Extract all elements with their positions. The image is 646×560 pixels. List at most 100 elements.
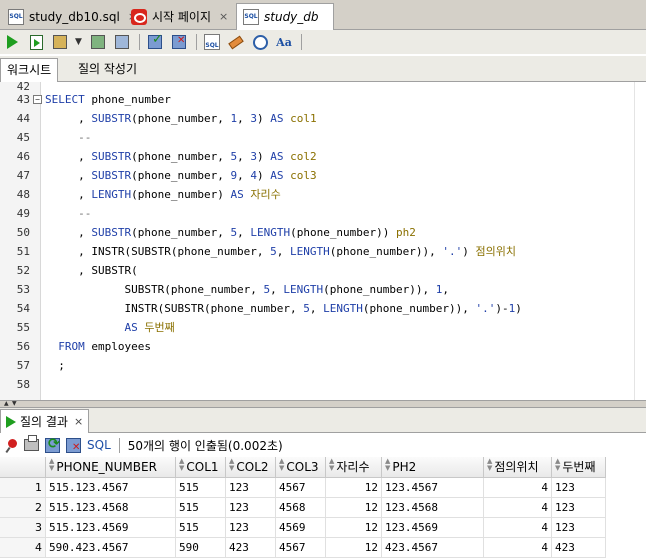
column-header-label: PH2 bbox=[392, 460, 417, 474]
table-cell[interactable]: 515.123.4568 bbox=[46, 498, 176, 518]
table-cell[interactable]: 423 bbox=[552, 538, 606, 558]
column-header-label: 자리수 bbox=[336, 460, 370, 474]
code-token: (phone_number, bbox=[131, 112, 231, 125]
result-grid[interactable]: ▲ ▼ PHONE_NUMBER ▲ ▼ COL1 ▲ ▼ COL2 ▲ ▼ COL3 ▲ ▼ 자리수 ▲ ▼ P… bbox=[0, 457, 646, 560]
table-cell[interactable]: 4568 bbox=[276, 498, 326, 518]
panel-splitter[interactable]: ▲ ▼ bbox=[0, 400, 646, 408]
column-header[interactable]: ▲ ▼ COL1 bbox=[176, 457, 226, 478]
fold-toggle-icon[interactable]: − bbox=[33, 95, 42, 104]
table-cell[interactable]: 123 bbox=[552, 498, 606, 518]
column-header[interactable]: ▲ ▼ COL2 bbox=[226, 457, 276, 478]
column-header[interactable]: ▲ ▼ PH2 bbox=[382, 457, 484, 478]
toolbar-divider bbox=[139, 34, 140, 50]
column-header[interactable]: ▲ ▼ COL3 bbox=[276, 457, 326, 478]
table-cell[interactable]: 123 bbox=[226, 498, 276, 518]
sql-tuning-button[interactable] bbox=[113, 33, 131, 51]
table-cell[interactable]: 423 bbox=[226, 538, 276, 558]
code-token: ) bbox=[256, 169, 271, 182]
autotrace-button[interactable] bbox=[51, 33, 69, 51]
sort-icon: ▲ ▼ bbox=[555, 457, 561, 472]
table-cell[interactable]: 590 bbox=[176, 538, 226, 558]
table-cell[interactable]: 123 bbox=[226, 478, 276, 498]
code-token: col3 bbox=[290, 169, 317, 182]
explain-plan-icon bbox=[91, 35, 105, 49]
code-token: ) bbox=[515, 302, 522, 315]
close-icon[interactable]: × bbox=[219, 10, 228, 23]
doc-tab-start-page[interactable]: 시작 페이지 × bbox=[125, 3, 234, 30]
table-cell[interactable]: 123 bbox=[552, 518, 606, 538]
code-token: (phone_number) bbox=[131, 188, 231, 201]
code-token: (phone_number, bbox=[131, 226, 231, 239]
table-cell[interactable]: 123.4568 bbox=[382, 498, 484, 518]
table-cell[interactable]: 12 bbox=[326, 518, 382, 538]
code-token: LENGTH bbox=[290, 245, 330, 258]
tab-query-builder[interactable]: 질의 작성기 bbox=[72, 58, 143, 82]
collapse-down-icon[interactable]: ▼ bbox=[12, 401, 17, 407]
run-script-icon bbox=[29, 34, 43, 50]
rollback-button[interactable] bbox=[170, 33, 188, 51]
delete-icon[interactable] bbox=[66, 437, 81, 453]
doc-tab-study-db10[interactable]: study_db10.sql × bbox=[2, 3, 143, 30]
table-cell[interactable]: 4567 bbox=[276, 538, 326, 558]
code-text: SELECT phone_number bbox=[45, 90, 171, 109]
table-cell[interactable]: 515 bbox=[176, 478, 226, 498]
table-cell[interactable]: 123.4569 bbox=[382, 518, 484, 538]
column-header[interactable]: ▲ ▼ 두번째 bbox=[552, 457, 606, 478]
code-token: SELECT bbox=[45, 93, 85, 106]
table-cell[interactable]: 4 bbox=[484, 498, 552, 518]
table-cell[interactable]: 4 bbox=[484, 518, 552, 538]
sql-history-button[interactable] bbox=[251, 33, 269, 51]
table-cell[interactable]: 515 bbox=[176, 518, 226, 538]
dropdown-arrow-icon[interactable]: ▼ bbox=[75, 37, 83, 47]
table-cell[interactable]: 515 bbox=[176, 498, 226, 518]
table-row[interactable]: 4 590.423.4567 590 423 4567 12 423.4567 4 423 bbox=[0, 538, 646, 558]
sql-link[interactable]: SQL bbox=[87, 438, 111, 452]
to-upper-lower-button[interactable]: Aa bbox=[275, 33, 293, 51]
collapse-up-icon[interactable]: ▲ bbox=[4, 401, 9, 407]
table-row[interactable]: 1 515.123.4567 515 123 4567 12 123.4567 4 123 bbox=[0, 478, 646, 498]
table-cell[interactable]: 4569 bbox=[276, 518, 326, 538]
code-token: ) bbox=[256, 150, 271, 163]
code-token: 자리수 bbox=[250, 188, 281, 201]
clear-button[interactable] bbox=[227, 33, 245, 51]
column-header[interactable]: ▲ ▼ 자리수 bbox=[326, 457, 382, 478]
close-icon[interactable]: × bbox=[74, 415, 83, 428]
pin-icon[interactable] bbox=[6, 439, 18, 451]
code-token: 두번째 bbox=[144, 321, 175, 334]
table-cell[interactable]: 515.123.4567 bbox=[46, 478, 176, 498]
run-statement-button[interactable] bbox=[3, 33, 21, 51]
table-cell[interactable]: 515.123.4569 bbox=[46, 518, 176, 538]
table-cell[interactable]: 123 bbox=[552, 478, 606, 498]
table-row[interactable]: 3 515.123.4569 515 123 4569 12 123.4569 4 123 bbox=[0, 518, 646, 538]
table-cell[interactable]: 123 bbox=[226, 518, 276, 538]
table-cell[interactable]: 4 bbox=[484, 478, 552, 498]
table-cell[interactable]: 12 bbox=[326, 478, 382, 498]
table-cell[interactable]: 12 bbox=[326, 538, 382, 558]
commit-button[interactable] bbox=[146, 33, 164, 51]
column-header[interactable]: ▲ ▼ PHONE_NUMBER bbox=[46, 457, 176, 478]
table-row[interactable]: 2 515.123.4568 515 123 4568 12 123.4568 4 123 bbox=[0, 498, 646, 518]
doc-tab-label: study_db bbox=[264, 10, 319, 24]
table-cell[interactable]: 123.4567 bbox=[382, 478, 484, 498]
refresh-icon[interactable] bbox=[45, 436, 60, 453]
unshared-worksheet-button[interactable]: SQL bbox=[203, 33, 221, 51]
code-token: , bbox=[237, 112, 251, 125]
code-line: 53 SUBSTR(phone_number, 5, LENGTH(phone_… bbox=[0, 280, 646, 299]
code-text: INSTR(SUBSTR(phone_number, 5, LENGTH(pho… bbox=[45, 299, 522, 318]
table-cell[interactable]: 590.423.4567 bbox=[46, 538, 176, 558]
print-icon[interactable] bbox=[24, 435, 39, 451]
tab-query-result[interactable]: 질의 결과 × bbox=[0, 409, 90, 433]
tab-worksheet[interactable]: 워크시트 bbox=[0, 58, 59, 82]
row-number: 3 bbox=[0, 518, 46, 538]
doc-tab-study-db[interactable]: study_db bbox=[236, 3, 334, 30]
toolbar-divider bbox=[118, 437, 120, 453]
explain-plan-button[interactable] bbox=[89, 33, 107, 51]
column-header[interactable]: ▲ ▼ 점의위치 bbox=[484, 457, 552, 478]
table-cell[interactable]: 12 bbox=[326, 498, 382, 518]
sql-editor[interactable]: 42 43− SELECT phone_number 44 , SUBSTR(phon… bbox=[0, 82, 646, 400]
table-cell[interactable]: 4567 bbox=[276, 478, 326, 498]
table-cell[interactable]: 4 bbox=[484, 538, 552, 558]
table-cell[interactable]: 423.4567 bbox=[382, 538, 484, 558]
run-script-button[interactable] bbox=[27, 33, 45, 51]
